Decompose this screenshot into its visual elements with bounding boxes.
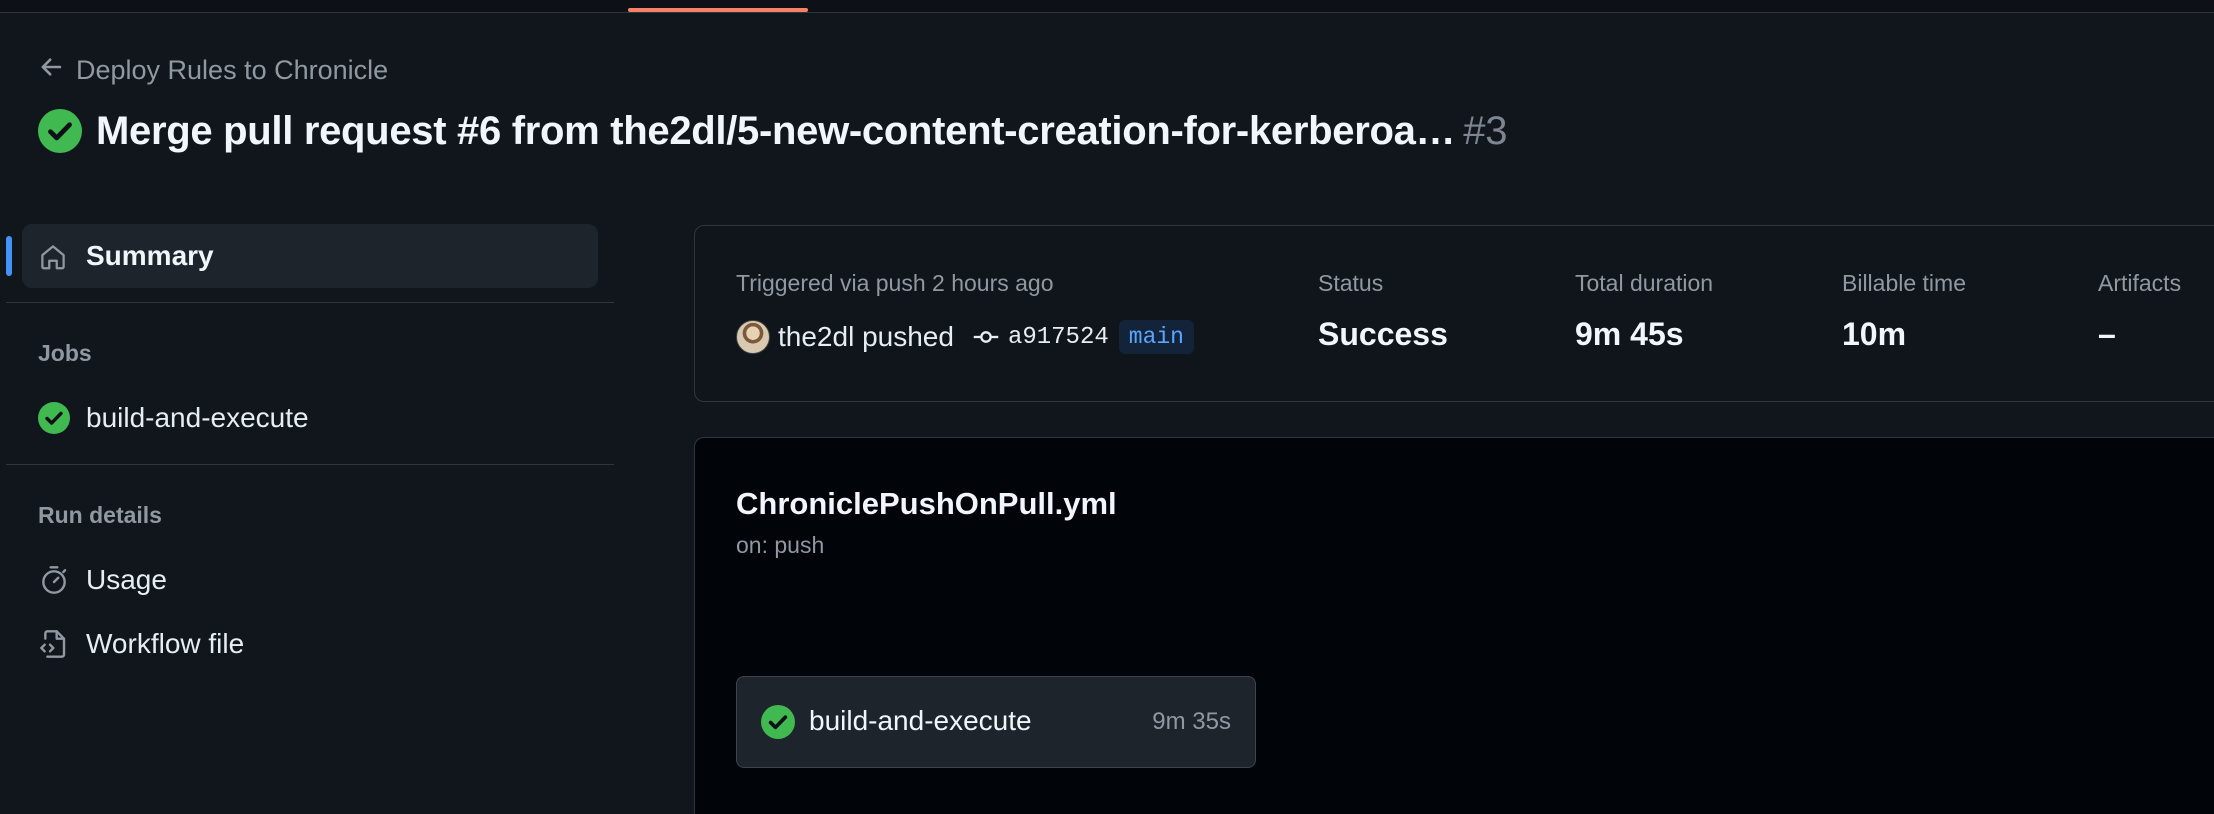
sidebar-item-label: build-and-execute [86,402,309,433]
total-duration-label: Total duration [1575,270,1714,296]
sidebar-item-build-and-execute[interactable]: build-and-execute [38,396,309,440]
run-summary-card: Triggered via push 2 hours ago the2dl pu… [694,225,2214,402]
artifacts-value: – [2098,316,2116,352]
sidebar-item-summary[interactable]: Summary [6,224,598,288]
job-name: build-and-execute [809,705,1032,736]
commit-sha-link[interactable]: a917524 [1008,324,1109,351]
sidebar-divider [6,302,614,303]
run-details-heading: Run details [38,502,162,528]
triggered-text: Triggered via push 2 hours ago [736,270,1054,296]
sidebar-item-label: Usage [86,564,167,595]
workflow-trigger: on: push [736,532,825,558]
pusher-text[interactable]: the2dl pushed [778,321,954,353]
check-circle-icon [38,402,70,434]
check-circle-icon [761,705,795,739]
active-indicator [6,236,12,276]
active-tab-underline [628,8,808,12]
artifacts-label: Artifacts [2098,270,2182,296]
avatar[interactable] [736,320,770,354]
back-link-label: Deploy Rules to Chronicle [76,54,389,85]
sidebar-item-label: Summary [86,240,214,271]
total-duration-value: 9m 45s [1575,316,1684,352]
workflow-run-page: Deploy Rules to Chronicle Merge pull req… [0,0,2214,814]
check-circle-icon [38,109,82,153]
status-value: Success [1318,316,1448,352]
file-code-icon [38,628,70,660]
arrow-left-icon [38,54,64,87]
job-node-build-and-execute[interactable]: build-and-execute 9m 35s [736,676,1256,768]
git-commit-icon [972,323,1008,351]
sidebar-item-label: Workflow file [86,628,245,659]
status-label: Status [1318,270,1384,296]
run-title-text: Merge pull request #6 from the2dl/5-new-… [96,108,1456,153]
run-number: #3 [1463,108,1508,153]
home-icon [38,242,68,272]
run-title-row: Merge pull request #6 from the2dl/5-new-… [38,104,1507,158]
sidebar-item-usage[interactable]: Usage [38,558,167,602]
jobs-heading: Jobs [38,340,92,366]
sidebar-item-workflow-file[interactable]: Workflow file [38,622,244,666]
billable-time-value: 10m [1842,316,1907,352]
stopwatch-icon [38,564,70,596]
run-title: Merge pull request #6 from the2dl/5-new-… [96,109,1507,154]
trigger-details: the2dl pushed a917524 main [736,318,1194,356]
run-sidebar: Summary Jobs build-and-execute Run detai… [0,220,614,814]
job-duration: 9m 35s [1152,708,1231,735]
billable-time-label: Billable time [1842,270,1966,296]
sidebar-divider [6,464,614,465]
workflow-file-name: ChroniclePushOnPull.yml [736,486,1117,521]
workflow-graph-card: ChroniclePushOnPull.yml on: push build-a… [694,437,2214,814]
repo-tab-bar [0,0,2214,13]
back-to-workflow-link[interactable]: Deploy Rules to Chronicle [38,52,388,88]
branch-badge[interactable]: main [1118,320,1194,354]
